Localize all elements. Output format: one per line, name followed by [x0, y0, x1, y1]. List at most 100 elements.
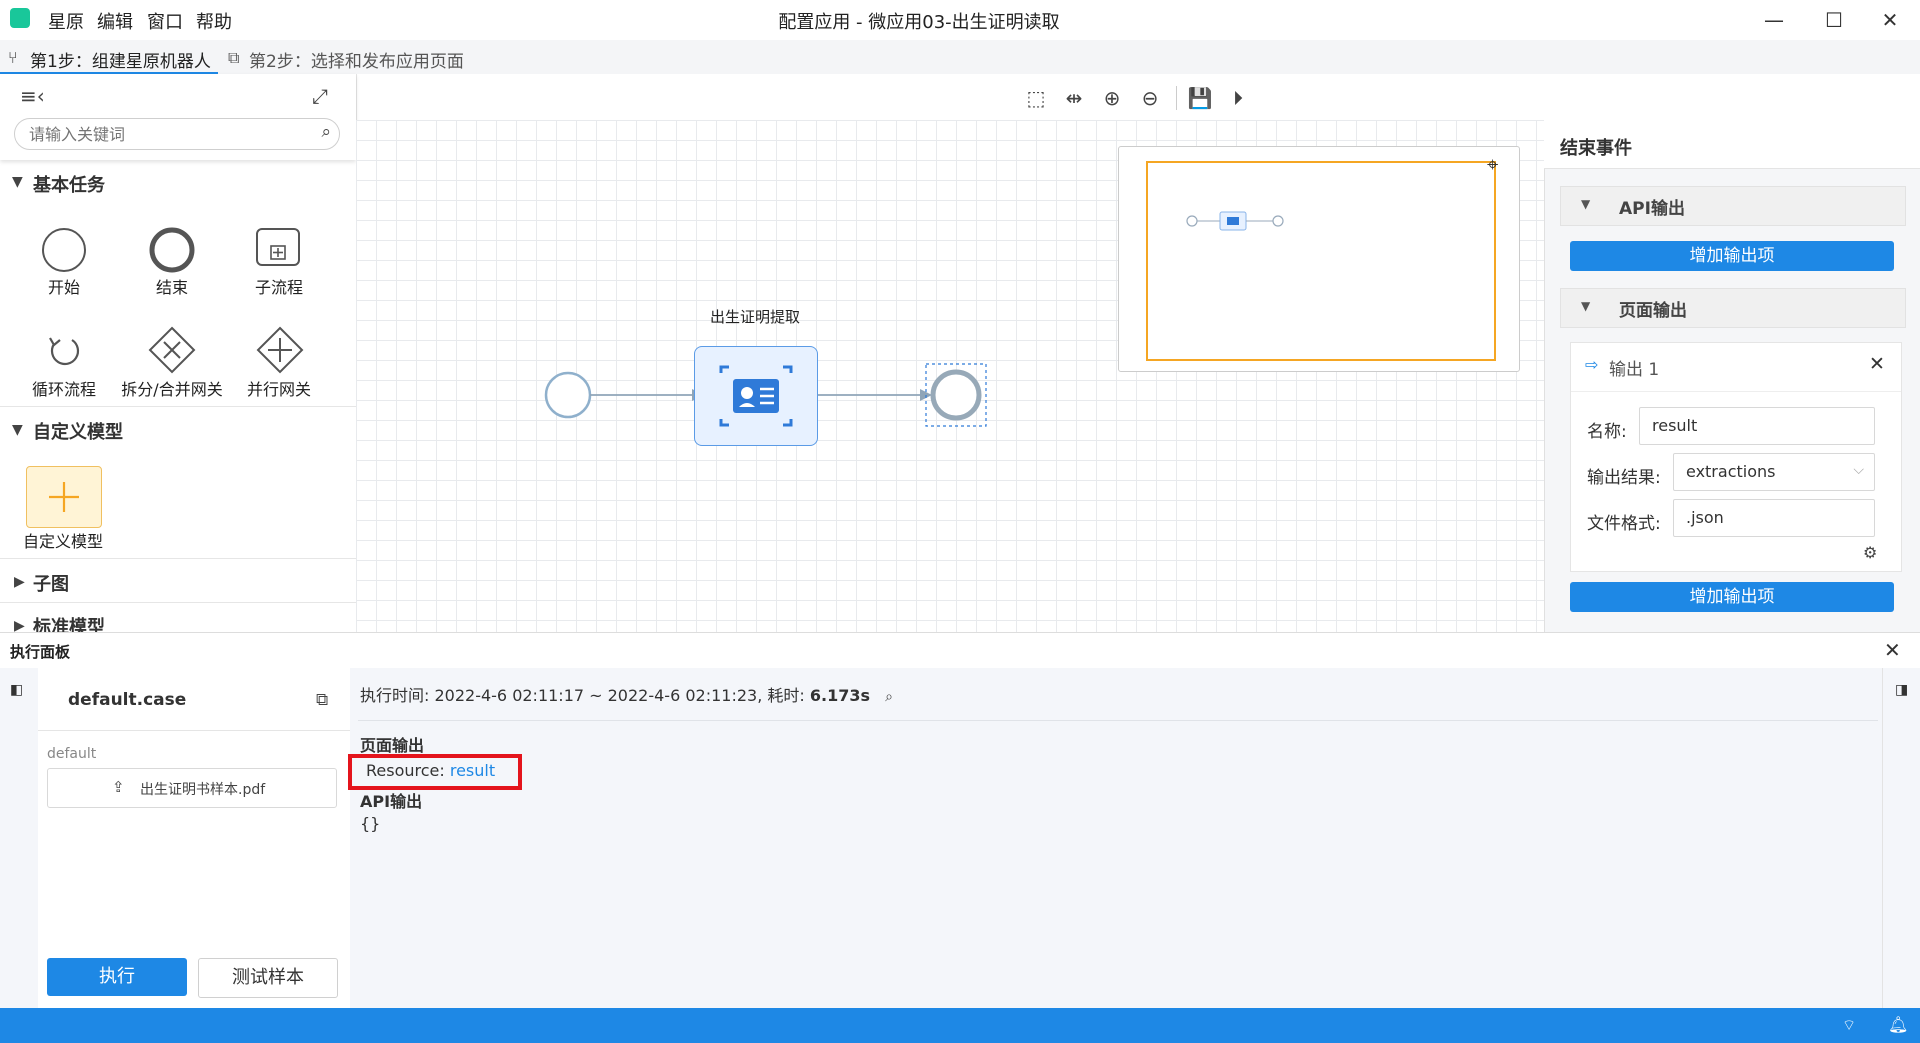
name-value: result: [1652, 416, 1698, 435]
map-pin-icon[interactable]: ⌖: [1487, 152, 1498, 176]
exclusive-gateway-icon[interactable]: [148, 326, 196, 374]
search-box: ⌕: [14, 118, 340, 150]
caret-right-icon[interactable]: ▶: [14, 574, 25, 590]
search-icon[interactable]: ⌕: [321, 122, 331, 142]
test-sample-button[interactable]: 测试样本: [198, 958, 338, 998]
item-loop[interactable]: 循环流程: [9, 376, 119, 400]
caret-down-icon: ▼: [1581, 299, 1591, 313]
page-icon: ⧉: [228, 48, 240, 67]
task-node[interactable]: [694, 346, 818, 446]
case-group-label: default: [47, 746, 97, 762]
sidebar-toggle-icon[interactable]: ◧: [10, 682, 23, 698]
item-subprocess[interactable]: 子流程: [224, 274, 334, 298]
api-output-title: API输出: [360, 792, 423, 811]
api-output-value: {}: [360, 814, 381, 833]
item-start[interactable]: 开始: [9, 274, 119, 298]
run-button[interactable]: 执行: [47, 958, 187, 996]
page-output-title: 页面输出: [360, 736, 425, 755]
result-value: extractions: [1686, 462, 1776, 481]
api-output-label: API输出: [1619, 199, 1685, 219]
add-custom-model-button[interactable]: [26, 466, 102, 528]
caret-down-icon: ▼: [1581, 197, 1591, 211]
item-end[interactable]: 结束: [117, 274, 227, 298]
end-event-icon[interactable]: [148, 226, 196, 274]
save-icon[interactable]: 💾: [1186, 84, 1214, 112]
maximize-icon[interactable]: ☐: [1814, 6, 1854, 34]
fit-width-icon[interactable]: ⇹: [1060, 84, 1088, 112]
divider: [0, 406, 356, 407]
section-basic-tasks[interactable]: 基本任务: [33, 171, 105, 197]
name-field[interactable]: result: [1639, 407, 1875, 445]
id-card-icon: [719, 365, 793, 427]
gear-icon[interactable]: ⚙: [1863, 543, 1877, 562]
format-label: 文件格式:: [1587, 514, 1661, 534]
exec-time-text: 执行时间: 2022-4-6 02:11:17 ~ 2022-4-6 02:11…: [360, 686, 810, 705]
left-gutter: ◧: [0, 668, 39, 1008]
minimap-viewport[interactable]: [1146, 161, 1496, 361]
add-page-output-button[interactable]: 增加输出项: [1570, 582, 1894, 612]
tab-step2[interactable]: 第2步：选择和发布应用页面: [249, 47, 464, 72]
bell-icon[interactable]: 🔔︎: [1888, 1015, 1908, 1034]
exec-duration: 6.173s: [809, 686, 870, 705]
subprocess-icon[interactable]: [254, 226, 302, 268]
result-label: 输出结果:: [1587, 468, 1661, 488]
item-split-merge-gateway[interactable]: 拆分/合并网关: [117, 376, 227, 400]
start-event-icon[interactable]: [40, 226, 88, 274]
run-icon[interactable]: ⏵: [1224, 84, 1252, 112]
collapse-menu-icon[interactable]: ≡‹: [20, 84, 45, 108]
case-name[interactable]: default.case: [68, 690, 186, 710]
zoom-out-icon[interactable]: ⊖: [1136, 84, 1164, 112]
end-node[interactable]: [930, 369, 982, 421]
add-api-output-button[interactable]: 增加输出项: [1570, 241, 1894, 271]
exec-time: 执行时间: 2022-4-6 02:11:17 ~ 2022-4-6 02:11…: [360, 682, 893, 706]
close-icon[interactable]: ✕: [1870, 6, 1910, 34]
item-custom-model[interactable]: 自定义模型: [8, 528, 118, 552]
new-case-icon[interactable]: ⧉: [316, 690, 328, 710]
section-custom-models[interactable]: 自定义模型: [33, 418, 123, 444]
divider: [358, 720, 1878, 721]
page-output-label: 页面输出: [1619, 301, 1687, 321]
api-output-section[interactable]: ▼ API输出: [1560, 186, 1906, 226]
zoom-in-icon[interactable]: ⊕: [1098, 84, 1126, 112]
divider: [0, 602, 356, 603]
select-area-icon[interactable]: ⬚: [1022, 84, 1050, 112]
sample-file[interactable]: ⇪ 出生证明书样本.pdf: [47, 768, 337, 808]
exec-result-area: 执行时间: 2022-4-6 02:11:17 ~ 2022-4-6 02:11…: [350, 668, 1882, 1008]
wifi-icon[interactable]: ⌔: [1842, 1016, 1856, 1035]
status-bar: ⌔ 🔔︎: [0, 1008, 1920, 1043]
search-icon[interactable]: ⌕: [885, 689, 893, 705]
properties-title: 结束事件: [1560, 138, 1632, 159]
toolbar-divider: [1176, 86, 1177, 110]
item-parallel-gateway[interactable]: 并行网关: [224, 376, 334, 400]
chevron-down-icon: ⌵: [1853, 462, 1864, 478]
case-panel: default.case ⧉ default ⇪ 出生证明书样本.pdf 执行 …: [38, 668, 351, 1008]
format-field[interactable]: .json: [1673, 499, 1875, 537]
right-gutter: ◨: [1882, 668, 1920, 1008]
loop-icon[interactable]: [44, 330, 84, 370]
format-value: .json: [1686, 508, 1724, 527]
name-label: 名称:: [1587, 422, 1627, 442]
caret-down-icon[interactable]: ▼: [12, 422, 23, 438]
page-output-section[interactable]: ▼ 页面输出: [1560, 288, 1906, 328]
canvas-toolbar: ⬚ ⇹ ⊕ ⊖ 💾 ⏵: [1010, 84, 1270, 112]
search-input[interactable]: [27, 123, 311, 145]
exec-panel-header: [0, 632, 1920, 669]
minimap-preview: [1186, 211, 1284, 231]
exec-panel-title: 执行面板: [10, 643, 71, 661]
flow-icon: ⑂: [8, 48, 18, 67]
file-name: 出生证明书样本.pdf: [140, 782, 266, 798]
caret-down-icon[interactable]: ▼: [12, 174, 23, 190]
section-subgraph[interactable]: 子图: [33, 570, 69, 596]
close-icon[interactable]: ✕: [1869, 353, 1885, 375]
tab-step1[interactable]: 第1步：组建星原机器人: [30, 47, 211, 72]
divider: [38, 730, 350, 731]
result-select[interactable]: extractions ⌵: [1673, 453, 1875, 491]
resource-highlight: [348, 754, 522, 790]
output-card: ⇨ 输出 1 ✕ 名称: result 输出结果: extractions ⌵ …: [1570, 342, 1902, 572]
sidebar-toggle-icon[interactable]: ◨: [1895, 682, 1908, 698]
minimize-icon[interactable]: —: [1754, 6, 1794, 34]
start-node[interactable]: [544, 371, 592, 419]
expand-icon[interactable]: ⤢: [312, 84, 328, 108]
parallel-gateway-icon[interactable]: [256, 326, 304, 374]
close-icon[interactable]: ✕: [1884, 638, 1901, 662]
